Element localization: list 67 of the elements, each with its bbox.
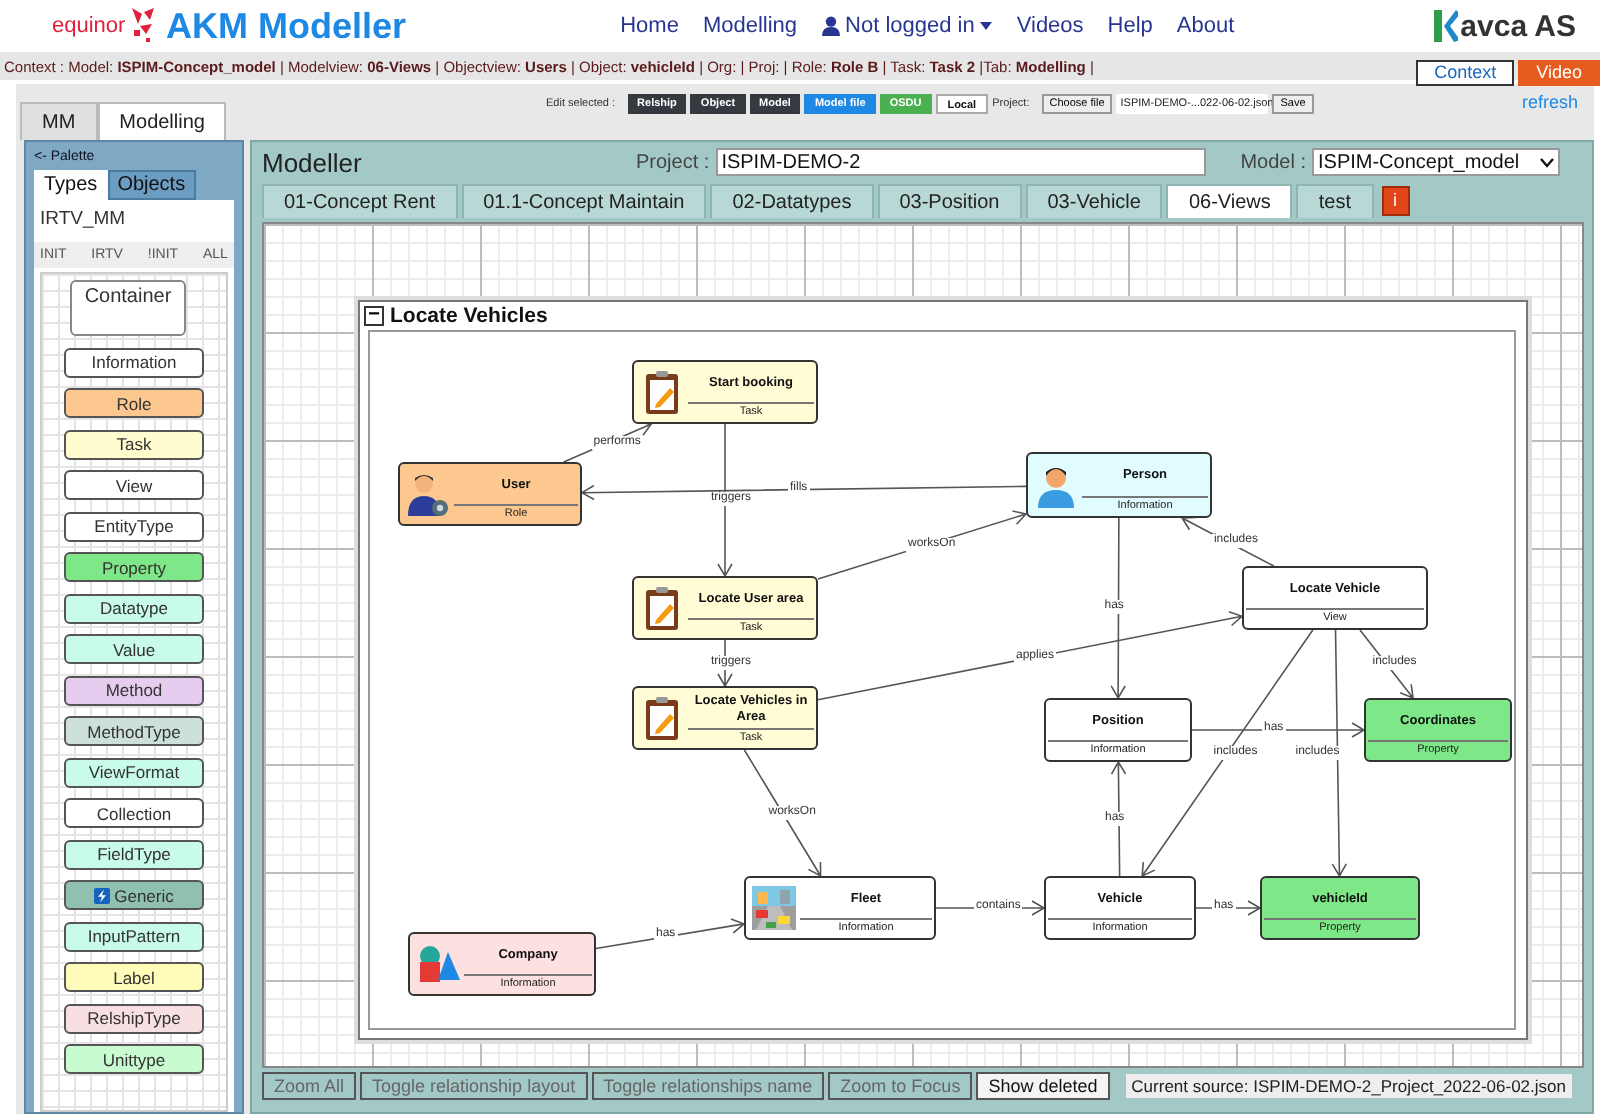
nav-link[interactable]: Help (1107, 14, 1153, 38)
palette-item[interactable]: Value (64, 634, 204, 664)
palette-item[interactable]: Collection (64, 798, 204, 828)
context-button[interactable]: Context (1416, 60, 1515, 86)
tab[interactable]: 02-Datatypes (710, 184, 874, 218)
tab[interactable]: 06-Views (1166, 184, 1293, 218)
user-menu[interactable]: Not logged in (821, 14, 993, 38)
palette-item[interactable]: Unittype (64, 1044, 204, 1074)
palette-item[interactable]: EntityType (64, 511, 204, 541)
connector-arrow (1195, 900, 1262, 916)
partner-name: avca AS (1460, 9, 1576, 43)
panel-title: Modeller (262, 147, 364, 177)
connector-arrow (743, 749, 822, 878)
model-dropdown[interactable]: ISPIM-Concept_model (1312, 148, 1560, 176)
brand-name: equinor (52, 14, 126, 38)
palette-item[interactable]: ViewFormat (64, 757, 204, 787)
clipboard-icon (642, 370, 682, 414)
palette-item[interactable]: Method (64, 675, 204, 705)
palette-item[interactable]: Container (70, 280, 186, 336)
person-icon (1036, 463, 1076, 507)
palette-item[interactable]: Information (64, 347, 204, 377)
tab[interactable]: 03-Position (877, 184, 1022, 218)
project-field[interactable]: ISPIM-DEMO-2 (715, 148, 1206, 176)
caret-icon (980, 22, 993, 30)
tab[interactable]: MM (20, 102, 98, 140)
field-label: Project : (636, 151, 710, 173)
chevron-icon (1540, 157, 1554, 167)
palette-item[interactable]: MethodType (64, 716, 204, 746)
palette-item[interactable]: InputPattern (64, 921, 204, 951)
palette-item[interactable]: RelshipType (64, 1003, 204, 1033)
logo-icon (127, 8, 156, 44)
tab[interactable]: Types (34, 170, 108, 200)
nav-link[interactable]: About (1176, 14, 1235, 38)
action-button[interactable]: Show deleted (976, 1072, 1110, 1100)
video-button[interactable]: Video (1518, 60, 1600, 86)
tab[interactable]: 03-Vehicle (1025, 184, 1163, 218)
palette-item[interactable]: Generic (64, 880, 204, 910)
clipboard-icon (642, 586, 682, 630)
metamodel-name: IRTV_MM (38, 206, 128, 234)
nav-link[interactable]: Modelling (702, 14, 798, 38)
nav-link[interactable]: Home (620, 14, 679, 38)
user-gear-icon (406, 472, 450, 516)
info-button[interactable]: i (1381, 185, 1410, 215)
tab[interactable]: Modelling (97, 102, 227, 140)
tab[interactable]: 01-Concept Rent (262, 184, 458, 218)
palette-item[interactable]: View (64, 470, 204, 500)
palette-item[interactable]: Role (64, 388, 204, 418)
palette-item[interactable]: Label (64, 962, 204, 992)
shapes-icon (416, 942, 460, 986)
logo-icon (1434, 8, 1459, 44)
tab[interactable]: 01.1-Concept Maintain (461, 184, 707, 218)
connector-arrow (1359, 629, 1414, 700)
app-title: AKM Modeller (166, 5, 407, 47)
source-label: Current source: ISPIM-DEMO-2_Project_2022-06-02.json (1125, 1074, 1572, 1098)
clipboard-icon (642, 696, 682, 740)
user-icon (821, 16, 840, 36)
nav-link[interactable]: Videos (1016, 14, 1084, 38)
tab[interactable]: test (1296, 184, 1374, 218)
tab[interactable]: Objects (107, 170, 196, 200)
palette-item[interactable]: FieldType (64, 839, 204, 869)
palette-item[interactable]: Datatype (64, 593, 204, 623)
field-label: Model : (1240, 151, 1306, 173)
lightning-icon (94, 887, 111, 903)
collapse-button[interactable]: − (364, 306, 384, 326)
palette-item[interactable]: Task (64, 429, 204, 459)
group-title: Locate Vehicles (390, 304, 548, 328)
palette-item[interactable]: Property (64, 552, 204, 582)
